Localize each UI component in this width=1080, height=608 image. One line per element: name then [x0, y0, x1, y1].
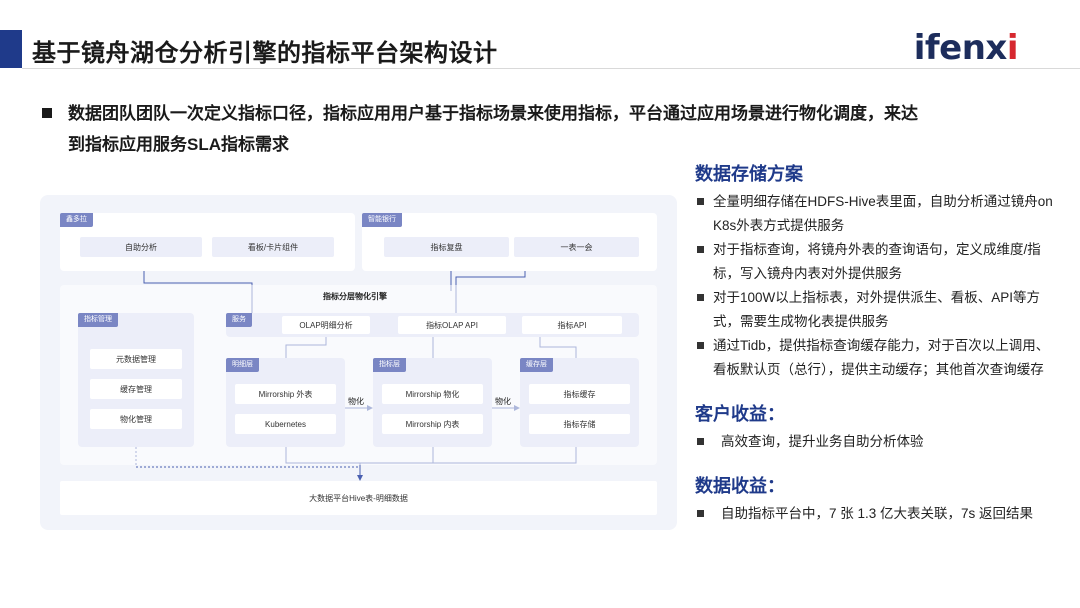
materialize-label-1: 物化: [348, 397, 364, 406]
detail-layer-panel: 明细层 Mirrorship 外表 Kubernetes: [226, 358, 345, 447]
header-divider: [22, 68, 1080, 69]
kubernetes-box: Kubernetes: [235, 414, 336, 434]
lead-line-2: 到指标应用服务SLA指标需求: [68, 135, 289, 154]
one-table-box: 一表一会: [514, 237, 639, 257]
storage-item-3: 对于100W以上指标表，对外提供派生、看板、API等方式，需要生成物化表提供服务: [713, 290, 1041, 329]
app-left-tag: 鑫多拉: [60, 213, 93, 227]
mirrorship-internal-box: Mirrorship 内表: [382, 414, 483, 434]
architecture-diagram: 鑫多拉 自助分析 看板/卡片组件 智能银行 指标复盘 一表一会 指标分层物化引擎…: [40, 195, 677, 530]
data-benefit-list: 自助指标平台中，7 张 1.3 亿大表关联，7s 返回结果: [695, 502, 1055, 526]
slide-title: 基于镜舟湖仓分析引擎的指标平台架构设计: [32, 40, 498, 67]
bullet-square-icon: [697, 198, 704, 205]
metric-mgmt-panel: 指标管理 元数据管理 缓存管理 物化管理: [78, 313, 194, 447]
list-item: 对于指标查询，将镜舟外表的查询语句，定义成维度/指标，写入镜舟内表对外提供服务: [695, 238, 1055, 286]
list-item: 对于100W以上指标表，对外提供派生、看板、API等方式，需要生成物化表提供服务: [695, 286, 1055, 334]
bullet-square-icon: [697, 438, 704, 445]
list-item: 高效查询，提升业务自助分析体验: [695, 430, 1055, 454]
logo-main-text: ifenx: [913, 28, 1008, 68]
list-item: 通过Tidb，提供指标查询缓存能力，对于百次以上调用、看板默认页（总行），提供主…: [695, 334, 1055, 382]
right-column: 数据存储方案 全量明细存储在HDFS-Hive表里面，自助分析通过镜舟on K8…: [695, 160, 1055, 526]
app-panel-left: 鑫多拉 自助分析 看板/卡片组件: [60, 213, 355, 271]
customer-benefit-item: 高效查询，提升业务自助分析体验: [721, 434, 924, 449]
storage-item-4: 通过Tidb，提供指标查询缓存能力，对于百次以上调用、看板默认页（总行），提供主…: [713, 338, 1050, 377]
storage-title: 数据存储方案: [695, 164, 803, 184]
bullet-square-icon: [697, 246, 704, 253]
materialize-mgmt-box: 物化管理: [90, 409, 182, 429]
ifenxi-logo: ifenxi: [913, 28, 1019, 68]
cache-mgmt-box: 缓存管理: [90, 379, 182, 399]
list-item: 全量明细存储在HDFS-Hive表里面，自助分析通过镜舟on K8s外表方式提供…: [695, 190, 1055, 238]
cache-layer-tag: 缓存层: [520, 358, 553, 372]
metric-storage-box: 指标存储: [529, 414, 630, 434]
metric-layer-panel: 指标层 Mirrorship 物化 Mirrorship 内表: [373, 358, 492, 447]
bullet-square-icon: [42, 108, 52, 118]
lead-bullet: 数据团队团队一次定义指标口径，指标应用用户基于指标场景来使用指标，平台通过应用场…: [42, 98, 1002, 160]
mirrorship-external-box: Mirrorship 外表: [235, 384, 336, 404]
title-accent-bar: [0, 30, 22, 68]
hive-platform-panel: 大数据平台Hive表-明细数据: [60, 481, 657, 515]
data-benefit-title: 数据收益：: [695, 476, 785, 496]
hive-platform-label: 大数据平台Hive表-明细数据: [60, 481, 657, 515]
customer-benefit-list: 高效查询，提升业务自助分析体验: [695, 430, 1055, 454]
storage-list: 全量明细存储在HDFS-Hive表里面，自助分析通过镜舟on K8s外表方式提供…: [695, 190, 1055, 382]
engine-title: 指标分层物化引擎: [323, 292, 387, 301]
lead-line-1: 数据团队团队一次定义指标口径，指标应用用户基于指标场景来使用指标，平台通过应用场…: [68, 104, 918, 123]
bullet-square-icon: [697, 294, 704, 301]
metadata-mgmt-box: 元数据管理: [90, 349, 182, 369]
customer-benefit-title: 客户收益：: [695, 404, 785, 424]
bullet-square-icon: [697, 510, 704, 517]
data-benefit-item: 自助指标平台中，7 张 1.3 亿大表关联，7s 返回结果: [721, 506, 1034, 521]
materialize-label-2: 物化: [495, 397, 511, 406]
olap-detail-box: OLAP明细分析: [282, 316, 370, 334]
metric-olap-api-box: 指标OLAP API: [398, 316, 506, 334]
cache-layer-panel: 缓存层 指标缓存 指标存储: [520, 358, 639, 447]
storage-item-1: 全量明细存储在HDFS-Hive表里面，自助分析通过镜舟on K8s外表方式提供…: [713, 194, 1053, 233]
metric-cache-box: 指标缓存: [529, 384, 630, 404]
metric-review-box: 指标复盘: [384, 237, 509, 257]
metric-layer-tag: 指标层: [373, 358, 406, 372]
list-item: 自助指标平台中，7 张 1.3 亿大表关联，7s 返回结果: [695, 502, 1055, 526]
service-panel: 服务 OLAP明细分析 指标OLAP API 指标API: [226, 313, 639, 337]
logo-accent-text: i: [1006, 28, 1019, 68]
app-panel-right: 智能银行 指标复盘 一表一会: [362, 213, 657, 271]
storage-item-2: 对于指标查询，将镜舟外表的查询语句，定义成维度/指标，写入镜舟内表对外提供服务: [713, 242, 1041, 281]
self-analysis-box: 自助分析: [80, 237, 202, 257]
mirrorship-materialized-box: Mirrorship 物化: [382, 384, 483, 404]
dashboard-card-box: 看板/卡片组件: [212, 237, 334, 257]
detail-layer-tag: 明细层: [226, 358, 259, 372]
slide-header: 基于镜舟湖仓分析引擎的指标平台架构设计 ifenxi: [0, 0, 1080, 70]
metric-mgmt-tag: 指标管理: [78, 313, 118, 327]
bullet-square-icon: [697, 342, 704, 349]
app-right-tag: 智能银行: [362, 213, 402, 227]
metric-api-box: 指标API: [522, 316, 622, 334]
service-tag: 服务: [226, 313, 252, 327]
